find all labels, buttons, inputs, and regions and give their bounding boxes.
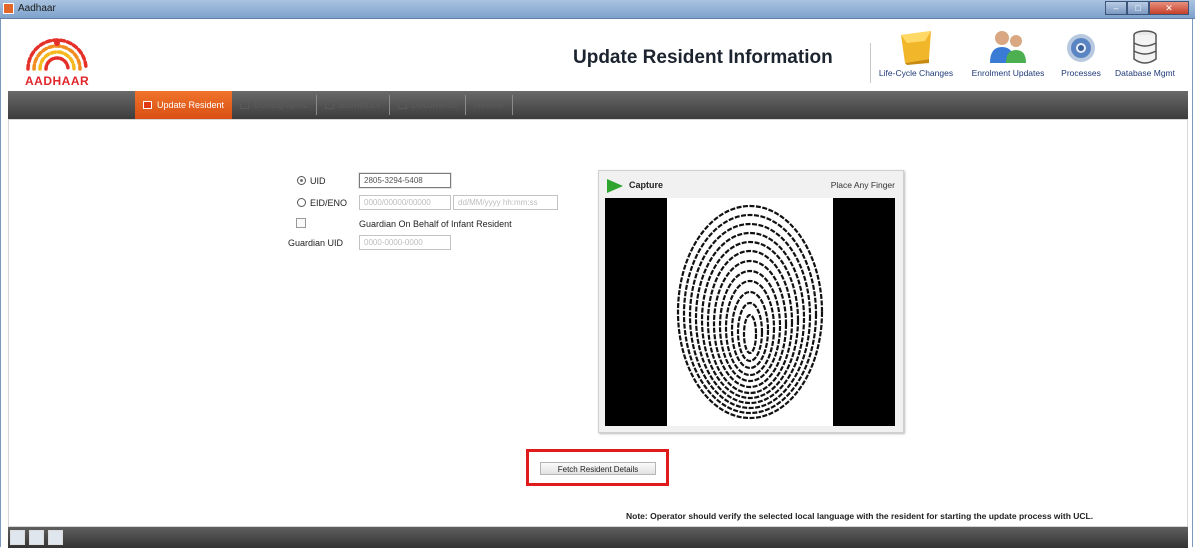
users-icon — [990, 31, 1026, 63]
eid-input[interactable]: 0000/00000/00000 — [359, 195, 451, 210]
capture-button[interactable]: Capture — [629, 180, 663, 190]
tool-label: Enrolment Updates — [971, 68, 1045, 78]
logo-text: AADHAAR — [25, 74, 90, 88]
tool-enrolment-updates[interactable]: Enrolment Updates — [964, 25, 1052, 78]
database-icon — [1133, 30, 1157, 64]
uid-radio[interactable] — [297, 176, 306, 185]
window-title: Aadhaar — [18, 3, 56, 14]
workflow-tabbar: Update Resident Demographic Biometrics D… — [8, 91, 1188, 119]
tab-label: Documents — [411, 100, 458, 110]
tab-review[interactable]: Review — [466, 95, 513, 115]
eid-radio[interactable] — [297, 198, 306, 207]
play-icon[interactable] — [607, 179, 623, 193]
tab-icon — [143, 101, 152, 109]
tool-label: Life-Cycle Changes — [878, 68, 954, 78]
fingerprint-preview — [605, 198, 895, 426]
app-header: AADHAAR Update Resident Information Life… — [8, 23, 1188, 91]
tool-database-mgmt[interactable]: Database Mgmt — [1110, 25, 1180, 78]
document-icon[interactable] — [29, 530, 44, 545]
page-title: Update Resident Information — [573, 47, 833, 68]
app-icon — [3, 3, 14, 14]
tool-processes[interactable]: Processes — [1054, 25, 1108, 78]
status-bar — [8, 527, 1188, 548]
printer-icon[interactable] — [48, 530, 63, 545]
eid-datetime-input[interactable]: dd/MM/yyyy hh:mm:ss — [453, 195, 558, 210]
window-titlebar: Aadhaar – □ ✕ — [0, 0, 1195, 19]
guardian-uid-input[interactable]: 0000-0000-0000 — [359, 235, 451, 250]
preview-mask-right — [833, 198, 895, 426]
box-icon — [901, 31, 931, 65]
guardian-uid-label: Guardian UID — [288, 238, 344, 248]
home-icon[interactable] — [10, 530, 25, 545]
capture-panel: Capture Place Any Finger — [598, 170, 904, 433]
tab-biometrics[interactable]: Biometrics — [317, 95, 390, 115]
guardian-checkbox[interactable] — [296, 218, 306, 228]
preview-mask-left — [605, 198, 667, 426]
tab-demographic[interactable]: Demographic — [232, 95, 317, 115]
tab-update-resident[interactable]: Update Resident — [135, 91, 233, 119]
tab-label: Biometrics — [338, 100, 381, 110]
minimize-button[interactable]: – — [1105, 1, 1127, 15]
fingerprint-image — [676, 204, 824, 420]
capture-hint: Place Any Finger — [830, 180, 895, 190]
tool-label: Database Mgmt — [1115, 68, 1175, 78]
tab-label: Demographic — [254, 100, 308, 110]
tool-label: Processes — [1061, 68, 1101, 78]
fetch-resident-details-button[interactable]: Fetch Resident Details — [540, 462, 656, 475]
guardian-checkbox-label: Guardian On Behalf of Infant Resident — [359, 219, 512, 229]
tab-documents[interactable]: Documents — [390, 95, 467, 115]
gear-icon — [1067, 34, 1095, 62]
uid-input[interactable]: 2805-3294-5408 — [359, 173, 451, 188]
tool-life-cycle-changes[interactable]: Life-Cycle Changes — [870, 25, 962, 78]
capture-header: Capture Place Any Finger — [599, 171, 901, 198]
fetch-highlight: Fetch Resident Details — [526, 449, 669, 486]
tab-label: Update Resident — [157, 100, 225, 110]
close-button[interactable]: ✕ — [1149, 1, 1189, 15]
maximize-button[interactable]: □ — [1127, 1, 1149, 15]
tab-icon — [240, 101, 250, 109]
uid-label: UID — [310, 176, 326, 186]
window-controls: – □ ✕ — [1105, 1, 1189, 15]
tab-icon — [397, 101, 407, 109]
tab-label: Review — [474, 100, 504, 110]
tab-icon — [324, 101, 334, 109]
eid-label: EID/ENO — [310, 198, 348, 208]
operator-note: Note: Operator should verify the selecte… — [626, 511, 1094, 521]
